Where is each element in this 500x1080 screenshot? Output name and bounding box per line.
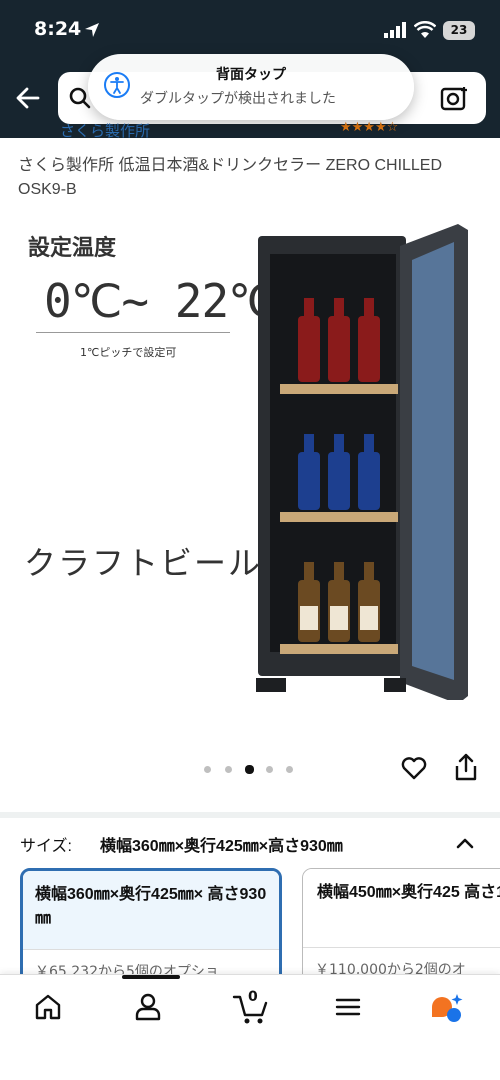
gallery-pagination[interactable] [204, 764, 298, 776]
size-option-name: 横幅360㎜×奥行425㎜× 高さ930㎜ [35, 886, 267, 927]
assistant-chat-icon [432, 994, 463, 1022]
home-tab[interactable] [32, 991, 72, 1027]
brand-link[interactable]: さくら製作所 [60, 120, 260, 140]
size-option-head: 横幅450㎜×奥行425 高さ1410㎜ [303, 869, 500, 947]
battery-indicator: 23 [443, 21, 475, 40]
bottom-navigation: 0 [0, 974, 500, 1080]
size-selected-value: 横幅360㎜×奥行425㎜×高さ930㎜ [100, 838, 343, 855]
size-option-name: 横幅450㎜×奥行425 高さ1410㎜ [317, 884, 500, 901]
location-arrow-icon [84, 22, 100, 42]
pagination-dot-active[interactable] [245, 765, 254, 774]
product-title: さくら製作所 低温日本酒&ドリンクセラー ZERO CHILLED OSK9-B [18, 157, 443, 198]
wifi-icon [413, 20, 437, 43]
menu-icon [335, 998, 361, 1016]
camera-search-icon[interactable] [440, 84, 470, 116]
option-divider [303, 947, 500, 948]
back-tap-toast: 背面タップ ダブルタップが検出されました [88, 54, 414, 120]
wine-cellar-image [256, 224, 468, 700]
temperature-range: 0℃~ 22℃ [44, 274, 280, 328]
heart-icon[interactable] [400, 754, 428, 786]
status-time: 8:24 [34, 18, 82, 40]
size-key-label: サイズ: [20, 838, 72, 855]
share-icon[interactable] [453, 752, 479, 786]
account-tab[interactable] [132, 991, 172, 1027]
temperature-step-note: 1℃ピッチで設定可 [80, 346, 177, 359]
back-arrow-icon[interactable] [14, 84, 42, 116]
screen: 8:24 23 さくら製作所 ★★★★☆ 背面タップ ダブルタップが検出されまし… [0, 0, 500, 1080]
rating-stars[interactable]: ★★★★☆ [340, 120, 490, 140]
product-image-gallery[interactable]: 設定温度 0℃~ 22℃ 1℃ピッチで設定可 クラフトビール [0, 212, 500, 742]
toast-subtitle: ダブルタップが検出されました [140, 91, 336, 107]
cart-tab[interactable]: 0 [232, 989, 272, 1027]
toast-title: 背面タップ [216, 67, 286, 83]
divider-line [36, 332, 230, 333]
size-option-head: 横幅360㎜×奥行425㎜× 高さ930㎜ [23, 871, 279, 949]
chevron-up-icon[interactable] [454, 832, 476, 858]
home-icon [35, 994, 61, 1020]
pagination-dot[interactable] [266, 766, 273, 773]
assistant-tab[interactable] [430, 991, 470, 1027]
status-bar: 8:24 23 [0, 0, 500, 60]
active-tab-indicator [122, 975, 180, 979]
section-divider [0, 812, 500, 818]
pagination-dot[interactable] [204, 766, 211, 773]
pagination-dot[interactable] [225, 766, 232, 773]
craft-beer-label: クラフトビール [24, 545, 263, 581]
option-divider [23, 949, 279, 950]
cell-signal-icon [384, 22, 408, 42]
size-selector-header[interactable]: サイズ: 横幅360㎜×奥行425㎜×高さ930㎜ [20, 832, 490, 856]
person-icon [135, 993, 161, 1021]
pagination-dot[interactable] [286, 766, 293, 773]
cart-count: 0 [248, 989, 258, 1005]
setting-temperature-label: 設定温度 [28, 235, 117, 260]
menu-tab[interactable] [332, 991, 372, 1027]
